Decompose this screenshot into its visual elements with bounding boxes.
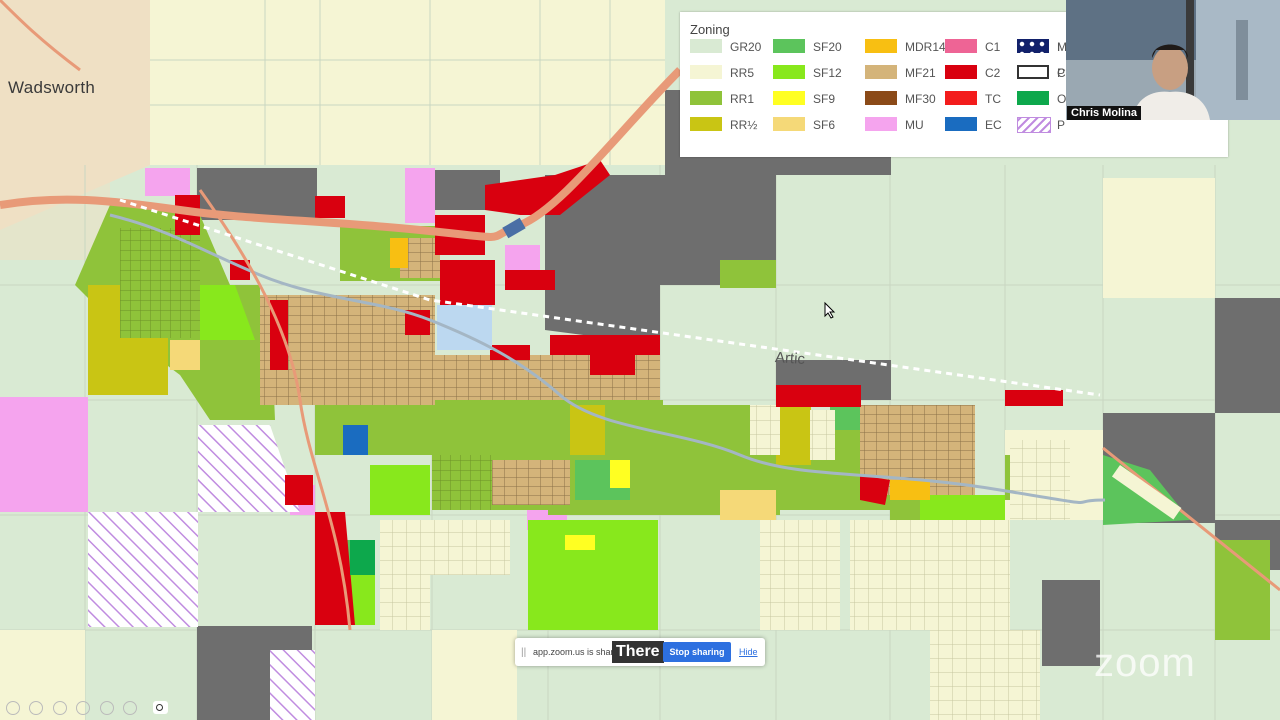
legend-swatch bbox=[865, 65, 897, 79]
legend-swatch bbox=[690, 65, 722, 79]
drag-handle-icon[interactable]: || bbox=[521, 647, 526, 658]
legend-label: C1 bbox=[985, 40, 1001, 54]
legend-label: GR20 bbox=[730, 40, 762, 54]
zoom-icon[interactable] bbox=[76, 700, 91, 715]
menu-icon[interactable] bbox=[123, 700, 138, 715]
video-feed bbox=[1066, 0, 1280, 120]
legend-label: C2 bbox=[985, 66, 1001, 80]
osp-zone bbox=[350, 540, 375, 575]
rr5-nw bbox=[0, 0, 110, 260]
ec-zone bbox=[343, 425, 368, 455]
zoom-watermark: zoom bbox=[1094, 641, 1196, 685]
legend-label: P bbox=[1057, 118, 1066, 132]
legend-swatch bbox=[945, 117, 977, 131]
video-camera-icon[interactable] bbox=[152, 701, 168, 715]
legend-swatch bbox=[773, 117, 805, 131]
rr5-block bbox=[432, 630, 517, 720]
hide-link[interactable]: Hide bbox=[739, 647, 758, 657]
participant-name: Chris Molina bbox=[1067, 106, 1142, 120]
map-toolbar bbox=[6, 699, 168, 715]
legend-label: SF12 bbox=[813, 66, 842, 80]
pen-icon[interactable] bbox=[52, 700, 67, 715]
legend-label: MF21 bbox=[905, 66, 936, 80]
road-label: Artic bbox=[774, 348, 806, 369]
legend-swatch bbox=[773, 91, 805, 105]
legend-swatch bbox=[690, 39, 722, 53]
live-caption: There bbox=[612, 641, 664, 663]
legend-swatch bbox=[773, 39, 805, 53]
legend-label: EC bbox=[985, 118, 1002, 132]
legend-label: RR5 bbox=[730, 66, 755, 80]
legend-label: SF6 bbox=[813, 118, 836, 132]
legend-swatch bbox=[1017, 117, 1051, 133]
legend-label: RR½ bbox=[730, 118, 758, 132]
legend-label: TC bbox=[985, 92, 1001, 106]
legend-swatch bbox=[945, 65, 977, 79]
legend-label: MF30 bbox=[905, 92, 936, 106]
legend-label: RR1 bbox=[730, 92, 755, 106]
legend-swatch bbox=[690, 91, 722, 105]
legend-swatch bbox=[1017, 65, 1049, 79]
stop-sharing-button[interactable]: Stop sharing bbox=[663, 642, 731, 662]
legend-swatch bbox=[1017, 91, 1049, 105]
legend-label: MDR14 bbox=[905, 40, 946, 54]
legend-swatch bbox=[945, 91, 977, 105]
legend-swatch bbox=[865, 39, 897, 53]
legend-label: SF20 bbox=[813, 40, 842, 54]
legend-swatch bbox=[865, 91, 897, 105]
forward-icon[interactable] bbox=[29, 700, 44, 715]
legend-swatch bbox=[865, 117, 897, 131]
legend-title: Zoning bbox=[690, 22, 730, 37]
town-label: Wadsworth bbox=[8, 78, 96, 97]
legend-label: SF9 bbox=[813, 92, 836, 106]
legend-label: MU bbox=[905, 118, 924, 132]
legend-swatch bbox=[945, 39, 977, 53]
legend-swatch bbox=[773, 65, 805, 79]
legend-swatch bbox=[1017, 39, 1049, 53]
participant-video[interactable] bbox=[1066, 0, 1280, 120]
screen-share-bar: || app.zoom.us is sharing There Stop sha… bbox=[515, 638, 765, 666]
rr5-block bbox=[1103, 178, 1215, 298]
back-icon[interactable] bbox=[6, 700, 20, 715]
legend-swatch bbox=[690, 117, 722, 131]
grid-icon[interactable] bbox=[99, 700, 114, 715]
legend-label: C bbox=[1057, 66, 1066, 80]
rr5-north bbox=[150, 0, 665, 165]
